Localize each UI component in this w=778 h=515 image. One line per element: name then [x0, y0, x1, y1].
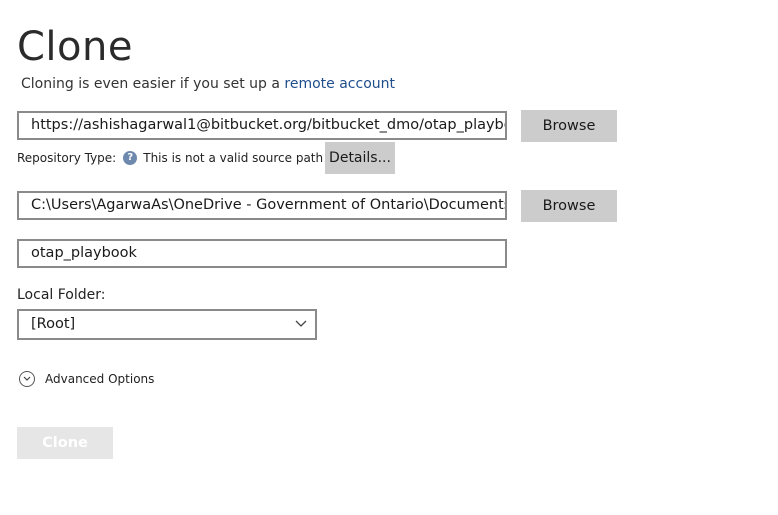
- local-folder-label: Local Folder:: [17, 287, 106, 303]
- clone-button[interactable]: Clone: [17, 427, 113, 459]
- clone-page: Clone Cloning is even easier if you set …: [0, 0, 778, 515]
- page-title: Clone: [17, 24, 133, 70]
- local-folder-selected: [Root]: [31, 316, 76, 332]
- repository-type-label: Repository Type:: [17, 151, 117, 165]
- chevron-down-icon: [295, 320, 307, 327]
- advanced-options-label: Advanced Options: [45, 372, 155, 386]
- source-url-input[interactable]: https://ashishagarwal1@bitbucket.org/bit…: [17, 111, 507, 140]
- page-subtitle: Cloning is even easier if you set up a r…: [21, 74, 395, 94]
- destination-path-input[interactable]: C:\Users\AgarwaAs\OneDrive - Government …: [17, 191, 507, 220]
- source-browse-button[interactable]: Browse: [521, 110, 617, 142]
- question-icon[interactable]: ?: [123, 151, 138, 165]
- chevron-down-circle-icon: [19, 371, 35, 387]
- repository-name-input[interactable]: otap_playbook: [17, 239, 507, 268]
- remote-account-link[interactable]: remote account: [284, 76, 395, 92]
- advanced-options-toggle[interactable]: Advanced Options: [19, 371, 154, 387]
- details-button[interactable]: Details...: [325, 142, 395, 174]
- repository-type-row: Repository Type: ? This is not a valid s…: [17, 148, 359, 168]
- local-folder-select[interactable]: [Root]: [17, 309, 317, 340]
- subtitle-text: Cloning is even easier if you set up a: [21, 76, 285, 92]
- destination-browse-button[interactable]: Browse: [521, 190, 617, 222]
